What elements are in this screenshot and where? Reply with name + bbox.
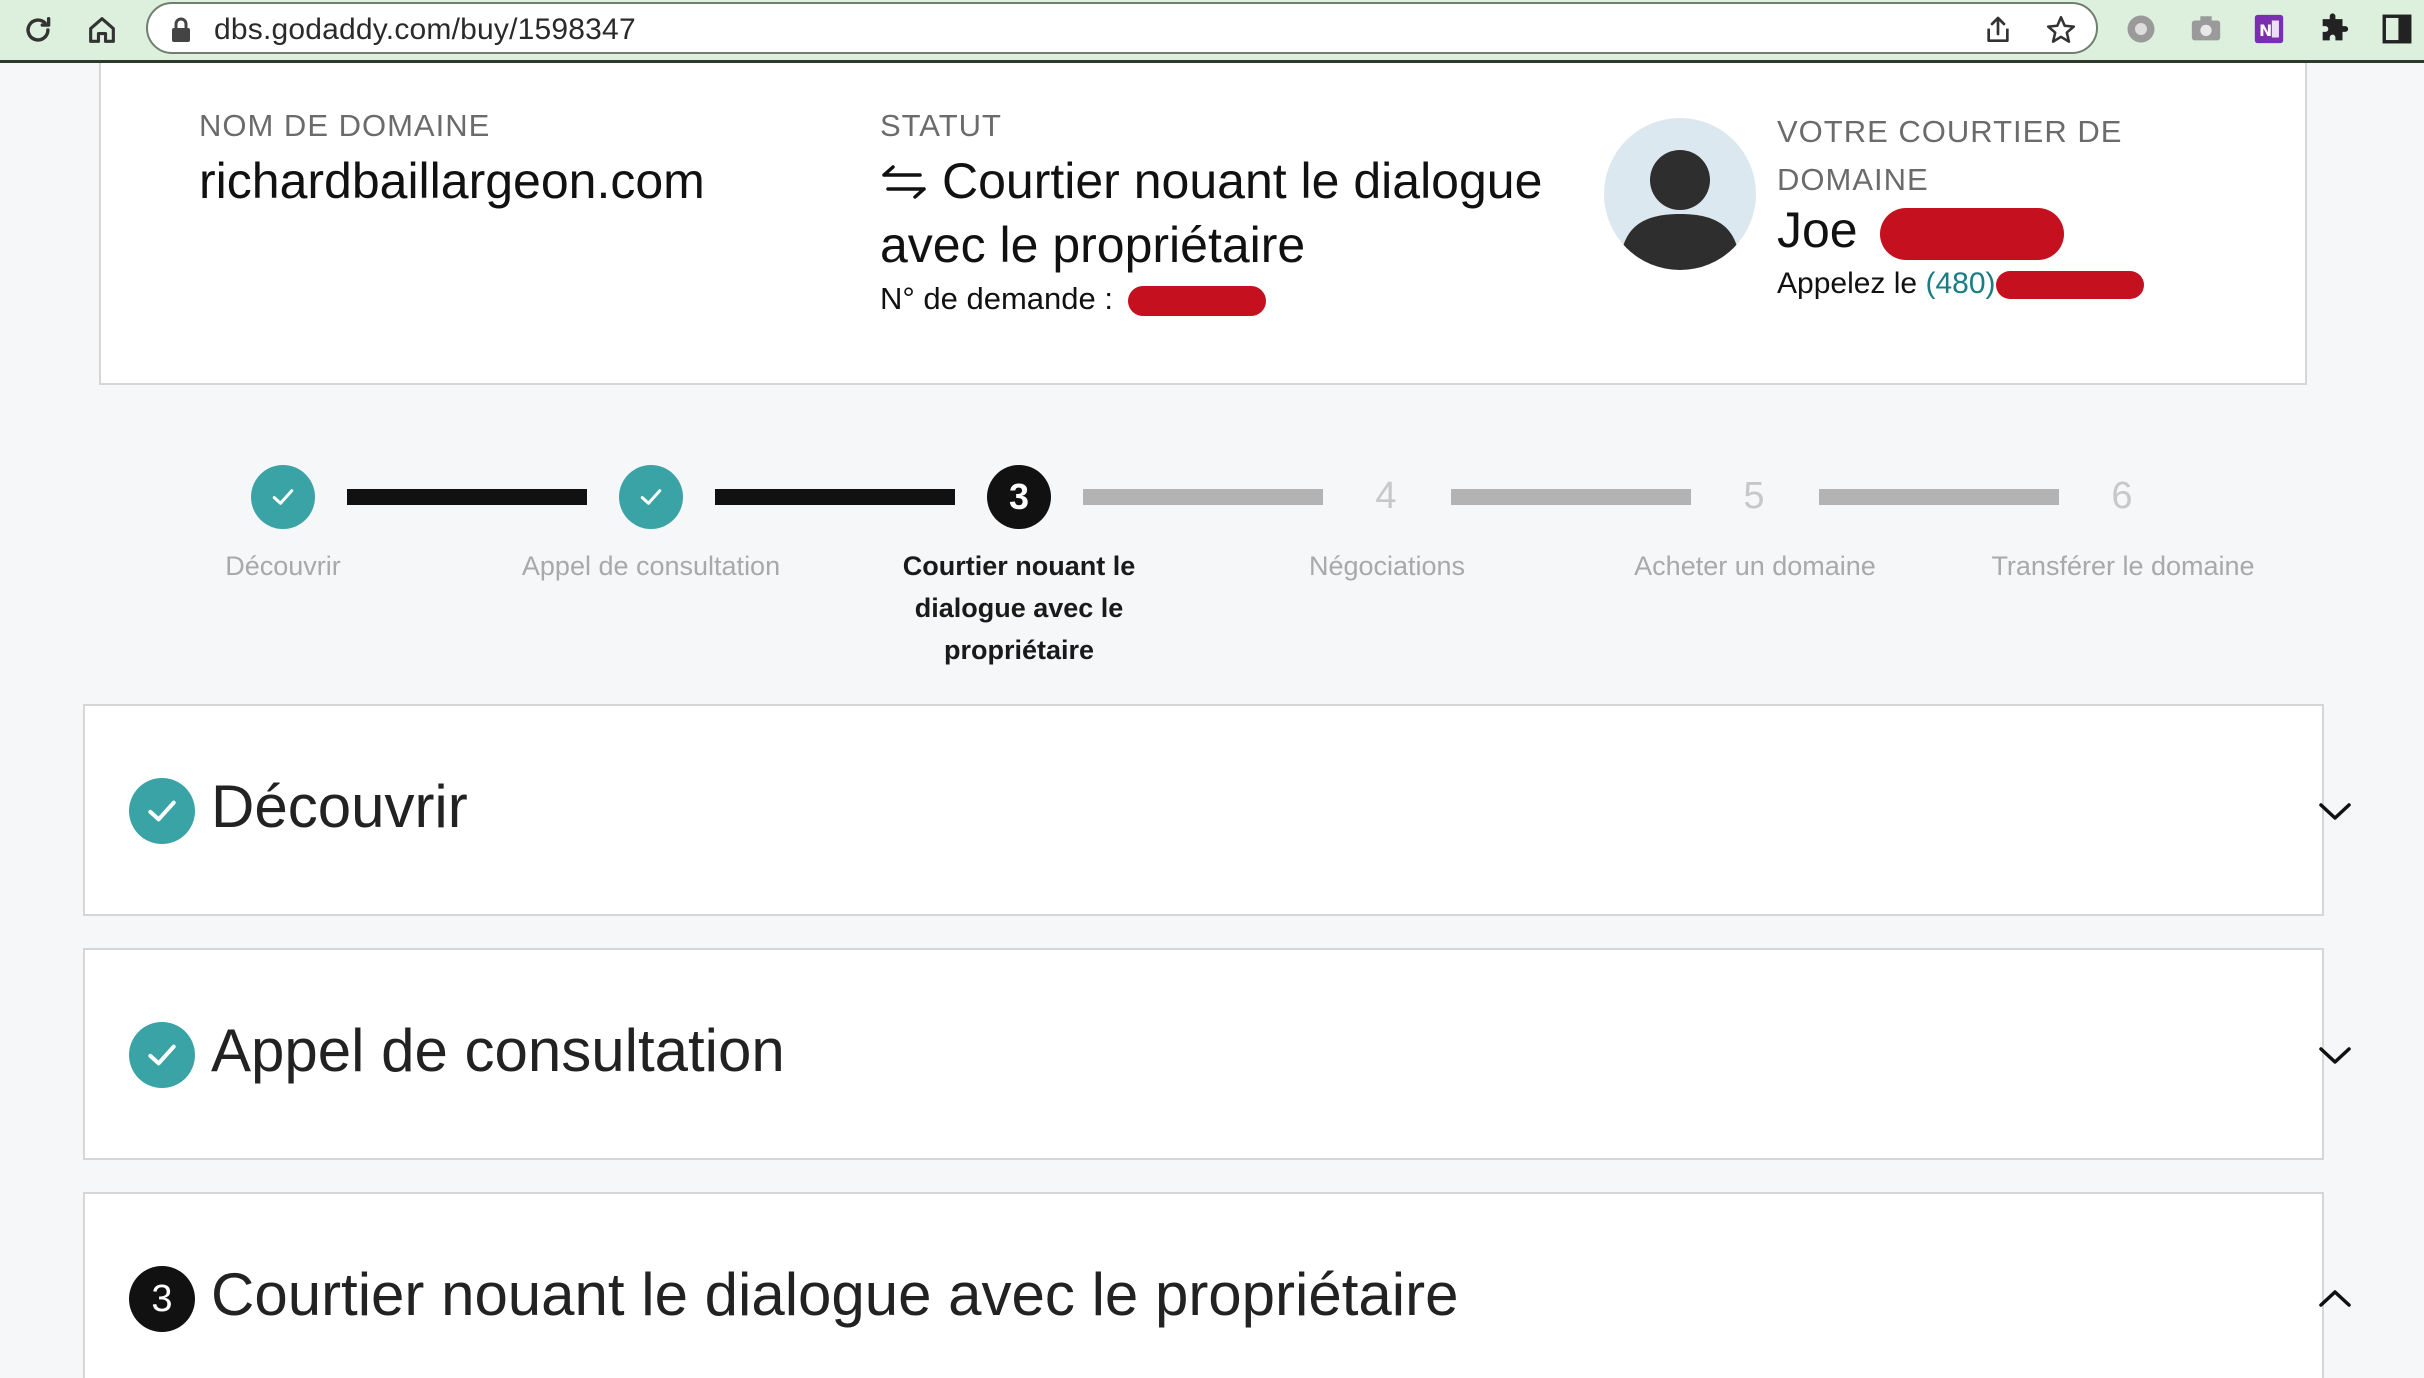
step-connector-5 [1819,489,2059,505]
step-5-label: Acheter un domaine [1634,551,1876,581]
step-connector-3 [1083,489,1323,505]
lock-icon [172,17,190,42]
status-label: STATUT [880,108,1002,143]
step-connector-2 [715,489,955,505]
broker-label: VOTRE COURTIER DE DOMAINE [1777,114,2123,197]
camera-extension-icon[interactable] [2185,8,2227,50]
accordion-courtier-dialogue[interactable]: 3 Courtier nouant le dialogue avec le pr… [83,1192,2351,1378]
step-4-number: 4 [1375,475,1397,517]
domain-name-value: richardbaillargeon.com [199,153,705,209]
call-label: Appelez le [1777,267,1918,300]
chevron-down-icon[interactable] [2317,799,2353,823]
request-number-label: N° de demande : [880,281,1113,316]
browser-toolbar: dbs.godaddy.com/buy/1598347 N [0,0,2424,63]
broker-name: Joe [1777,198,2064,262]
chevron-up-icon[interactable] [2317,1286,2353,1310]
address-bar[interactable]: dbs.godaddy.com/buy/1598347 [146,2,2098,54]
broker-phone: Appelez le (480) [1777,267,2144,301]
accordion-decouvrir[interactable]: Découvrir [83,704,2351,916]
request-number: N° de demande : [880,281,1266,317]
svg-text:N: N [2259,22,2272,40]
sidebar-toggle-icon[interactable] [2376,8,2418,50]
step-3-label: Courtier nouant le dialogue avec le prop… [902,551,1136,665]
step-2-complete-icon [619,465,683,529]
reload-icon[interactable] [14,6,62,54]
request-summary-card: NOM DE DOMAINE richardbaillargeon.com ST… [99,63,2307,385]
person-icon [1620,150,1740,270]
step-2-label: Appel de consultation [521,551,781,581]
step-connector-1 [347,489,587,505]
domain-name-label: NOM DE DOMAINE [199,108,491,143]
step-6-number: 6 [2111,475,2133,517]
phone-link[interactable]: (480) [1925,267,1995,300]
check-circle-icon [129,1022,195,1088]
puzzle-extensions-icon[interactable] [2313,8,2355,50]
broker-avatar [1604,118,1756,270]
accordion-title: Courtier nouant le dialogue avec le prop… [211,1261,1459,1328]
status-value: Courtier nouant le dialogue avec le prop… [880,149,1580,277]
onenote-extension-icon[interactable]: N [2248,8,2290,50]
step-3-current: 3 [987,465,1051,529]
settings-extension-icon[interactable] [2120,8,2162,50]
step-1-label: Découvrir [225,551,341,581]
url-text: dbs.godaddy.com/buy/1598347 [214,13,636,46]
redacted-broker-surname [1879,207,2064,260]
swap-arrows-icon [882,165,926,199]
share-icon[interactable] [1982,14,2014,46]
page-content: NOM DE DOMAINE richardbaillargeon.com ST… [0,63,2424,1378]
step-5-number: 5 [1743,475,1765,517]
step-6-label: Transférer le domaine [1991,551,2255,581]
bookmark-star-icon[interactable] [2044,13,2078,47]
step-connector-4 [1451,489,1691,505]
redacted-phone-number [1995,271,2144,300]
redacted-request-number [1127,285,1266,316]
accordion-title: Découvrir [211,773,468,840]
accordion-title: Appel de consultation [211,1017,785,1084]
status-text: Courtier nouant le dialogue avec le prop… [880,153,1543,273]
step-3-badge: 3 [129,1266,195,1332]
broker-first-name: Joe [1777,202,1858,258]
check-circle-icon [129,778,195,844]
step-4-label: Négociations [1308,551,1466,581]
accordion-appel-de-consultation[interactable]: Appel de consultation [83,948,2351,1160]
step-1-complete-icon [251,465,315,529]
home-icon[interactable] [78,6,126,54]
chevron-down-icon[interactable] [2317,1043,2353,1067]
